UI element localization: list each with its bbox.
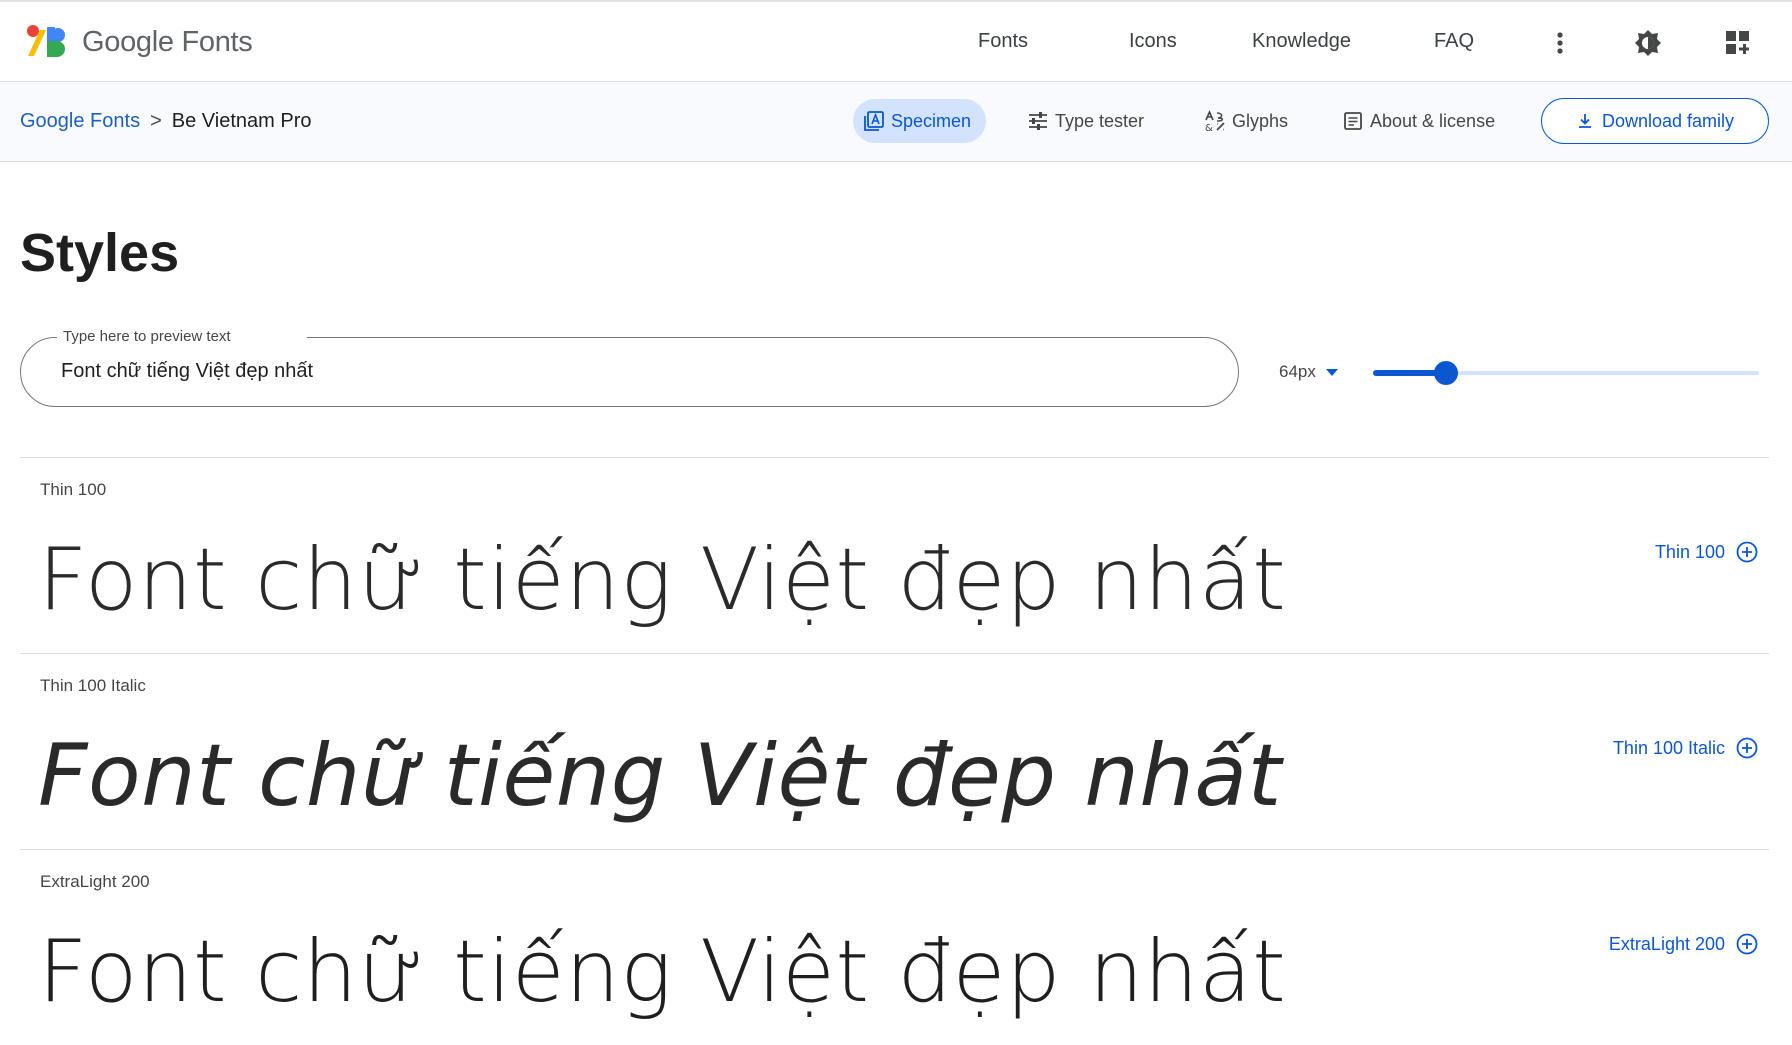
font-size-select[interactable]: 64px <box>1279 362 1338 382</box>
add-circle-icon <box>1736 737 1758 759</box>
select-style-button[interactable]: ExtraLight 200 <box>1609 932 1759 956</box>
select-style-label: Thin 100 Italic <box>1612 737 1725 758</box>
tab-glyphs[interactable]: & Glyphs <box>1194 99 1298 143</box>
top-header: Google Fonts Fonts Icons Knowledge FAQ <box>0 0 1792 82</box>
style-row-thin-100-italic: Thin 100 Italic Font chữ tiếng Việt đẹp … <box>20 653 1769 849</box>
tab-type-tester-label: Type tester <box>1055 110 1145 131</box>
breadcrumb-root-link[interactable]: Google Fonts <box>20 110 140 132</box>
breadcrumb-current: Be Vietnam Pro <box>171 110 312 132</box>
style-name: ExtraLight 200 <box>40 872 150 891</box>
style-sample-text: Font chữ tiếng Việt đẹp nhất <box>38 922 1287 1022</box>
tab-glyphs-label: Glyphs <box>1232 110 1289 131</box>
family-toolbar: Google Fonts > Be Vietnam Pro Specimen Typ… <box>0 82 1792 162</box>
tune-icon <box>1029 112 1047 130</box>
glyphs-icon: & <box>1205 110 1225 132</box>
breadcrumb: Google Fonts > Be Vietnam Pro <box>20 110 311 133</box>
style-sample-text: Font chữ tiếng Việt đẹp nhất <box>38 530 1287 630</box>
slider-thumb[interactable] <box>1434 361 1459 385</box>
specimen-icon <box>864 111 884 131</box>
dropdown-caret-icon <box>1325 368 1338 376</box>
svg-text:&: & <box>1205 123 1213 132</box>
nav-fonts[interactable]: Fonts <box>978 30 1028 53</box>
tab-about-license-label: About & license <box>1370 110 1496 131</box>
nav-icons[interactable]: Icons <box>1129 30 1177 53</box>
tab-specimen-label: Specimen <box>891 110 972 131</box>
style-row-thin-100: Thin 100 Font chữ tiếng Việt đẹp nhất Th… <box>20 457 1769 653</box>
section-title: Styles <box>20 223 180 283</box>
preview-text-field[interactable]: Type here to preview text <box>20 328 1239 407</box>
select-style-button[interactable]: Thin 100 Italic <box>1613 736 1759 760</box>
font-size-value: 64px <box>1279 362 1316 381</box>
more-vert-icon[interactable] <box>1545 28 1575 58</box>
brand-name[interactable]: Google Fonts <box>82 26 253 59</box>
select-style-label: Thin 100 <box>1654 541 1725 562</box>
selected-families-icon[interactable] <box>1723 28 1753 58</box>
style-name: Thin 100 Italic <box>40 676 146 695</box>
theme-toggle-icon[interactable] <box>1633 28 1663 58</box>
download-icon <box>1578 114 1591 128</box>
preview-text-input[interactable] <box>61 360 1161 383</box>
style-name: Thin 100 <box>40 480 107 499</box>
tab-type-tester[interactable]: Type tester <box>1017 99 1154 143</box>
add-circle-icon <box>1736 933 1758 955</box>
tab-specimen[interactable]: Specimen <box>853 99 986 143</box>
article-icon <box>1344 112 1362 130</box>
download-family-label: Download family <box>1601 110 1735 131</box>
breadcrumb-separator: > <box>150 110 162 132</box>
select-style-button[interactable]: Thin 100 <box>1655 540 1759 564</box>
nav-faq[interactable]: FAQ <box>1434 30 1474 53</box>
download-family-button[interactable]: Download family <box>1541 98 1769 144</box>
nav-knowledge[interactable]: Knowledge <box>1252 30 1351 53</box>
style-row-extralight-200: ExtraLight 200 Font chữ tiếng Việt đẹp n… <box>20 849 1769 1045</box>
add-circle-icon <box>1736 541 1758 563</box>
style-sample-text: Font chữ tiếng Việt đẹp nhất <box>38 726 1282 826</box>
google-fonts-logo-icon[interactable] <box>26 24 66 58</box>
select-style-label: ExtraLight 200 <box>1608 933 1725 954</box>
preview-text-label: Type here to preview text <box>57 328 307 345</box>
font-size-slider[interactable] <box>1373 358 1759 388</box>
tab-about-license[interactable]: About & license <box>1332 99 1505 143</box>
